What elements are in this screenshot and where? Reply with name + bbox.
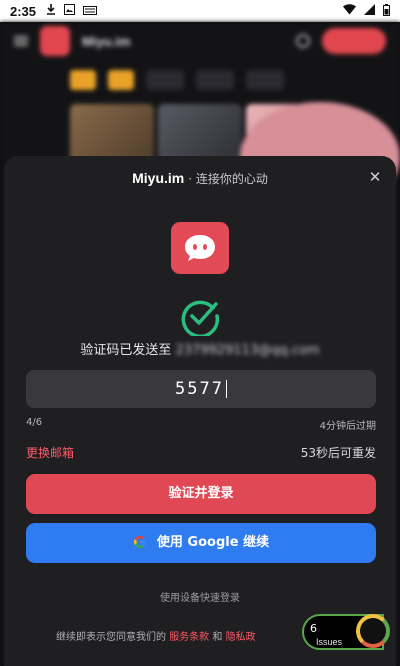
background-tab bbox=[196, 70, 234, 90]
terms-of-service-link[interactable]: 服务条款 bbox=[169, 632, 209, 643]
text-caret bbox=[225, 380, 227, 398]
background-tabs bbox=[0, 60, 400, 96]
terms-notice: 继续即表示您同意我们的 服务条款 和 隐私政 bbox=[56, 628, 256, 643]
sheet-tagline: · 连接你的心动 bbox=[188, 172, 268, 186]
verify-login-button[interactable]: 验证并登录 bbox=[26, 474, 376, 514]
background-login-button bbox=[322, 28, 386, 54]
wifi-icon bbox=[343, 4, 356, 18]
code-sent-message: 验证码已发送至 2379929113@qq.com bbox=[4, 339, 396, 358]
sheet-header: Miyu.im · 连接你的心动 bbox=[4, 170, 396, 187]
background-tab bbox=[70, 70, 96, 90]
battery-icon bbox=[383, 3, 390, 19]
google-continue-button[interactable]: 使用 Google 继续 bbox=[26, 523, 376, 563]
terms-and: 和 bbox=[212, 632, 223, 643]
terms-prefix: 继续即表示您同意我们的 bbox=[56, 632, 166, 643]
menu-icon bbox=[14, 36, 28, 46]
background-brand: Miyu.im bbox=[82, 33, 131, 49]
verification-code-input[interactable]: 5577 bbox=[26, 370, 376, 408]
google-button-label: 使用 Google 继续 bbox=[156, 535, 270, 550]
code-sent-email: 2379929113@qq.com bbox=[175, 343, 320, 358]
app-logo-small bbox=[40, 26, 70, 56]
download-icon bbox=[46, 4, 56, 18]
search-icon bbox=[296, 34, 310, 48]
signal-icon bbox=[364, 4, 375, 18]
resend-countdown: 53秒后可重发 bbox=[300, 446, 376, 460]
code-length-counter: 4/6 bbox=[26, 417, 43, 428]
status-bar: 2:35 bbox=[0, 0, 400, 22]
privacy-policy-link[interactable]: 隐私政 bbox=[226, 632, 256, 643]
background-tab bbox=[246, 70, 284, 90]
background-tab bbox=[108, 70, 134, 90]
issues-count: 6 bbox=[310, 622, 317, 635]
issues-progress-ring[interactable] bbox=[356, 614, 390, 648]
background-topbar: Miyu.im bbox=[0, 22, 400, 60]
google-icon bbox=[133, 535, 146, 548]
app-logo bbox=[171, 222, 229, 274]
success-check-icon bbox=[181, 300, 220, 336]
image-icon bbox=[64, 4, 76, 18]
device-quick-login-link[interactable]: 使用设备快速登录 bbox=[4, 589, 396, 604]
change-email-link[interactable]: 更换邮箱 bbox=[26, 444, 74, 461]
keyboard-icon bbox=[83, 5, 98, 18]
status-time: 2:35 bbox=[10, 3, 37, 19]
close-icon: ✕ bbox=[368, 168, 382, 186]
issues-label: Issues bbox=[316, 637, 343, 647]
chat-bubble-icon bbox=[185, 235, 215, 261]
close-button[interactable]: ✕ bbox=[364, 166, 386, 188]
background-tab bbox=[146, 70, 184, 90]
code-value: 5577 bbox=[175, 379, 224, 399]
sheet-brand: Miyu.im bbox=[132, 170, 185, 186]
code-sent-prefix: 验证码已发送至 bbox=[80, 343, 172, 358]
code-expire-text: 4分钟后过期 bbox=[319, 421, 376, 432]
verification-sheet: Miyu.im · 连接你的心动 ✕ 验证码已发送至 2379929113@qq.… bbox=[4, 156, 396, 666]
